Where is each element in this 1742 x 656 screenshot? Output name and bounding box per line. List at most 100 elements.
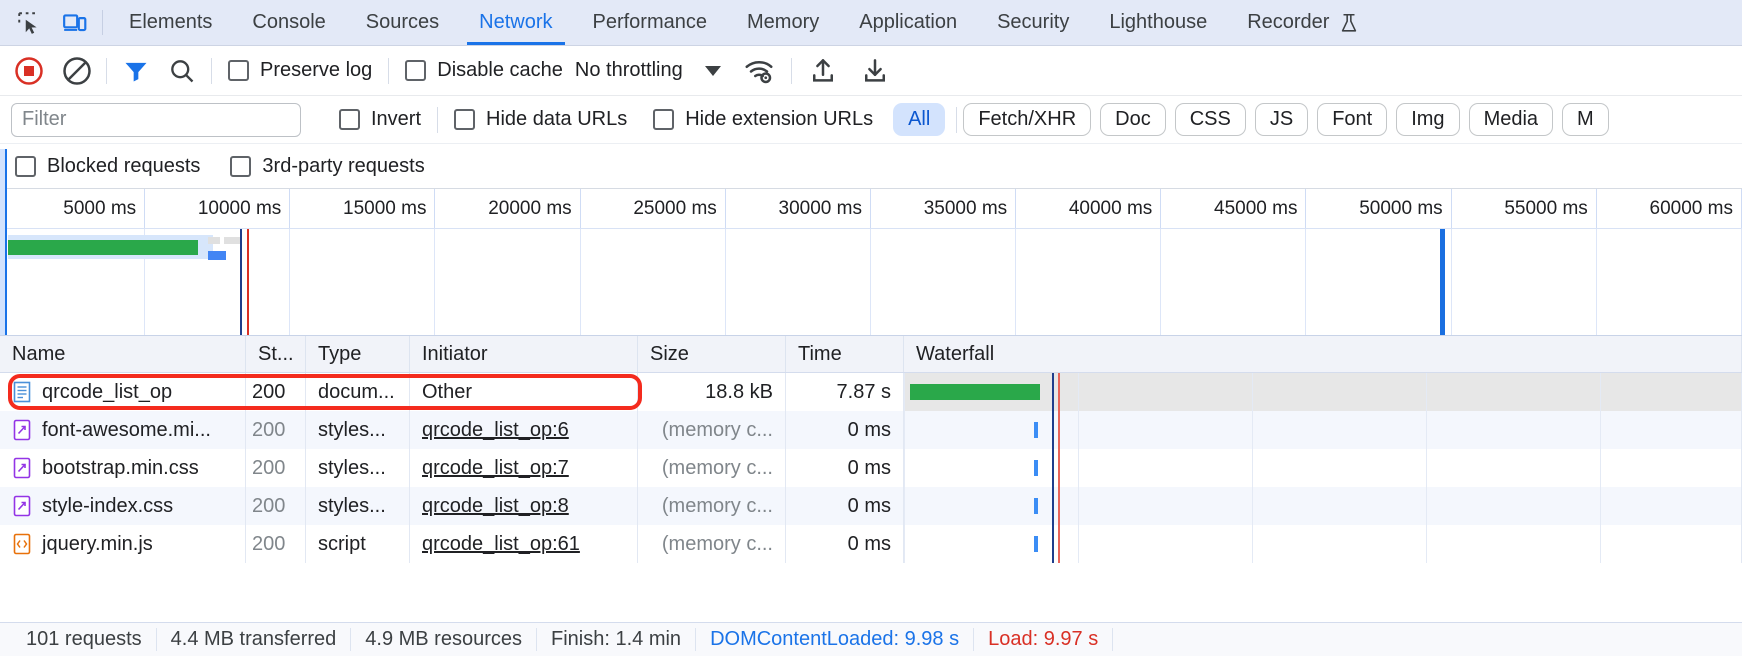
table-row[interactable]: bootstrap.min.css 200 styles... qrcode_list… — [0, 449, 1742, 487]
cell-type: styles... — [306, 487, 410, 525]
tab-console[interactable]: Console — [232, 0, 345, 45]
invert-checkbox[interactable]: Invert — [335, 108, 425, 131]
cell-name: font-awesome.mi... — [0, 411, 246, 449]
waterfall-gridline — [1600, 373, 1601, 411]
waterfall-gridline — [1426, 487, 1427, 525]
overview-gridline — [1307, 229, 1452, 335]
clear-button[interactable] — [60, 54, 94, 88]
tab-elements[interactable]: Elements — [109, 0, 232, 45]
blocked-requests-box — [15, 155, 36, 177]
column-header-time[interactable]: Time — [786, 336, 904, 372]
table-row[interactable]: style-index.css 200 styles... qrcode_list_o… — [0, 487, 1742, 525]
timeline-tick: 10000 ms — [145, 189, 291, 228]
initiator-link[interactable]: qrcode_list_op:6 — [422, 419, 569, 442]
column-header-size[interactable]: Size — [638, 336, 786, 372]
type-chip-font[interactable]: Font — [1317, 103, 1388, 136]
cell-initiator: qrcode_list_op:7 — [410, 449, 638, 487]
stylesheet-file-icon — [12, 495, 32, 517]
waterfall-gridline — [1600, 487, 1601, 525]
status-finish: Finish: 1.4 min — [537, 628, 697, 651]
cell-type: docum... — [306, 373, 410, 411]
dom-content-loaded-line — [240, 229, 242, 335]
tab-memory[interactable]: Memory — [727, 0, 839, 45]
import-upload-icon[interactable] — [804, 54, 842, 88]
tab-network[interactable]: Network — [459, 0, 572, 45]
filter-funnel-icon[interactable] — [119, 54, 153, 88]
tab-recorder[interactable]: Recorder — [1227, 0, 1380, 45]
type-chip-all[interactable]: All — [893, 103, 946, 136]
status-resources: 4.9 MB resources — [351, 628, 537, 651]
network-filter-row: Invert Hide data URLs Hide extension URL… — [0, 96, 1742, 144]
waterfall-gridline — [1252, 449, 1253, 487]
filter-divider-2 — [956, 106, 958, 133]
cell-time: 0 ms — [786, 487, 904, 525]
type-chip-doc[interactable]: Doc — [1100, 103, 1166, 136]
search-icon[interactable] — [165, 54, 199, 88]
table-row[interactable]: font-awesome.mi... 200 styles... qrcode_lis… — [0, 411, 1742, 449]
waterfall-load-line — [1058, 373, 1060, 411]
waterfall-gridline — [1078, 525, 1079, 563]
filter-input[interactable] — [11, 102, 301, 137]
initiator-link[interactable]: qrcode_list_op:7 — [422, 457, 569, 480]
export-download-icon[interactable] — [856, 54, 894, 88]
device-toolbar-icon[interactable] — [60, 8, 90, 38]
preserve-log-box — [228, 60, 249, 81]
overview-graph[interactable] — [0, 229, 1742, 335]
status-requests: 101 requests — [12, 628, 157, 651]
column-header-name[interactable]: Name — [0, 336, 246, 372]
tab-recorder-label: Recorder — [1247, 11, 1330, 33]
column-header-waterfall[interactable]: Waterfall — [904, 336, 1742, 372]
waterfall-dom-content-loaded-line — [1052, 411, 1054, 449]
timeline-cursor[interactable] — [1440, 229, 1445, 335]
type-chip-media[interactable]: Media — [1468, 103, 1554, 136]
blocked-requests-checkbox[interactable]: Blocked requests — [11, 155, 204, 178]
stylesheet-file-icon — [12, 457, 32, 479]
type-chip-img[interactable]: Img — [1396, 103, 1460, 136]
type-chip-fetch-xhr[interactable]: Fetch/XHR — [963, 103, 1092, 136]
type-chip-manifest[interactable]: M — [1562, 103, 1609, 136]
inspect-element-icon[interactable] — [14, 8, 44, 38]
waterfall-gridline — [1600, 411, 1601, 449]
disable-cache-checkbox[interactable]: Disable cache — [401, 59, 567, 82]
type-chip-css[interactable]: CSS — [1174, 103, 1246, 136]
initiator-link[interactable]: qrcode_list_op:8 — [422, 495, 569, 518]
waterfall-load-line — [1058, 449, 1060, 487]
type-chip-js[interactable]: JS — [1254, 103, 1309, 136]
load-event-line — [247, 229, 249, 335]
tab-performance[interactable]: Performance — [573, 0, 728, 45]
overview-selection-handle[interactable] — [0, 149, 7, 335]
network-filter-row-2: Blocked requests 3rd-party requests — [0, 144, 1742, 189]
waterfall-dom-content-loaded-line — [1052, 449, 1054, 487]
column-header-status[interactable]: St... — [246, 336, 306, 372]
timeline-ruler[interactable]: 5000 ms 10000 ms 15000 ms 20000 ms 25000 ms 3… — [0, 189, 1742, 229]
record-button[interactable] — [12, 54, 46, 88]
third-party-requests-checkbox[interactable]: 3rd-party requests — [226, 155, 428, 178]
initiator-link[interactable]: qrcode_list_op:61 — [422, 533, 580, 556]
wifi-settings-icon[interactable] — [739, 54, 779, 88]
requests-table: Name St... Type Initiator Size Time Waterfall … — [0, 335, 1742, 622]
waterfall-bar — [1034, 460, 1038, 476]
hide-data-urls-checkbox[interactable]: Hide data URLs — [450, 108, 631, 131]
invert-label: Invert — [371, 108, 422, 130]
tab-sources[interactable]: Sources — [346, 0, 459, 45]
hide-extension-urls-checkbox[interactable]: Hide extension URLs — [649, 108, 877, 131]
table-row[interactable]: jquery.min.js 200 script qrcode_list_op:61 (… — [0, 525, 1742, 563]
cell-waterfall — [904, 449, 1742, 487]
preserve-log-checkbox[interactable]: Preserve log — [224, 59, 376, 82]
waterfall-gridline — [904, 525, 905, 563]
throttling-dropdown[interactable]: No throttling — [567, 59, 729, 82]
cell-status: 200 — [246, 373, 306, 411]
table-row[interactable]: qrcode_list_op 200 docum... Other 18.8 kB 7.8… — [0, 373, 1742, 411]
tab-application[interactable]: Application — [839, 0, 977, 45]
cell-size: (memory c... — [638, 487, 786, 525]
column-header-type[interactable]: Type — [306, 336, 410, 372]
timeline-tick: 35000 ms — [871, 189, 1017, 228]
column-header-initiator[interactable]: Initiator — [410, 336, 638, 372]
network-overview[interactable]: 5000 ms 10000 ms 15000 ms 20000 ms 25000 ms 3… — [0, 149, 1742, 335]
disable-cache-label: Disable cache — [437, 59, 563, 81]
cell-waterfall — [904, 487, 1742, 525]
overview-gridline — [581, 229, 726, 335]
waterfall-gridline — [1078, 449, 1079, 487]
tab-security[interactable]: Security — [977, 0, 1089, 45]
tab-lighthouse[interactable]: Lighthouse — [1089, 0, 1227, 45]
